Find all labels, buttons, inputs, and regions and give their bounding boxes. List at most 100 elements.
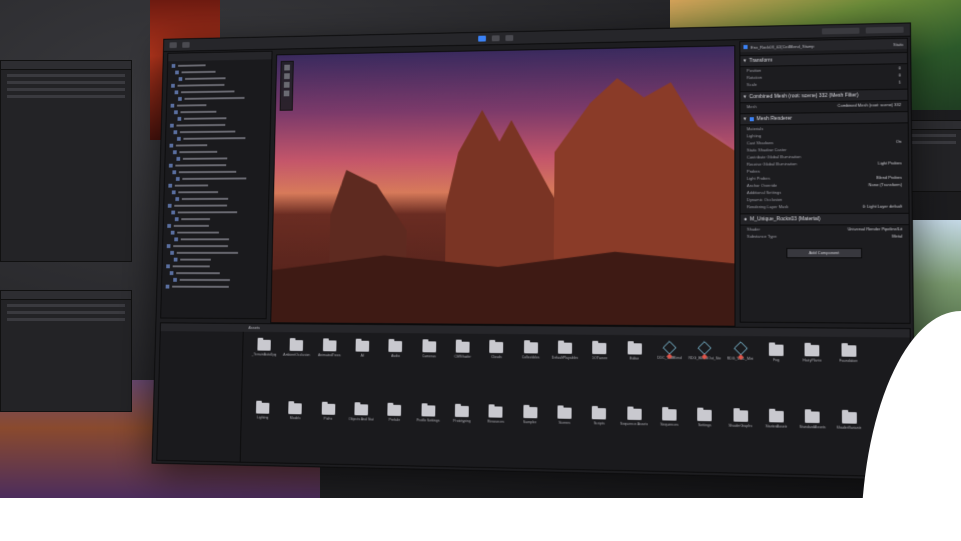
asset-item[interactable]: Cameras xyxy=(412,339,446,397)
mesh-renderer-checkbox[interactable] xyxy=(749,117,754,122)
asset-item[interactable]: Objects And Stat xyxy=(344,402,378,461)
hierarchy-row[interactable] xyxy=(167,202,265,208)
asset-item[interactable]: AI xyxy=(345,339,379,397)
asset-item[interactable]: Paths xyxy=(311,402,345,460)
asset-item[interactable]: DOTween xyxy=(582,341,617,400)
hierarchy-row[interactable] xyxy=(166,270,263,275)
hierarchy-panel[interactable] xyxy=(160,50,273,320)
asset-item[interactable]: CliffShader xyxy=(445,340,480,399)
hierarchy-row[interactable] xyxy=(170,115,266,121)
hierarchy-row[interactable] xyxy=(171,95,267,101)
asset-item[interactable]: HairyPlants xyxy=(794,343,830,404)
step-button[interactable] xyxy=(505,35,514,42)
hierarchy-row[interactable] xyxy=(171,61,268,68)
hierarchy-row[interactable] xyxy=(169,169,266,175)
asset-item[interactable]: _TerrainAutoUpg xyxy=(247,338,281,395)
asset-item[interactable]: Audio xyxy=(378,339,412,397)
hierarchy-row[interactable] xyxy=(169,148,265,154)
asset-item[interactable]: Editor xyxy=(617,341,652,401)
asset-item[interactable]: Collectibles xyxy=(513,340,548,399)
hierarchy-row[interactable] xyxy=(168,209,265,214)
project-folder-tree[interactable] xyxy=(157,331,244,462)
asset-item[interactable]: AmbientOcclusion xyxy=(279,338,313,396)
hierarchy-row[interactable] xyxy=(167,236,264,241)
hierarchy-row[interactable] xyxy=(171,68,267,75)
asset-item[interactable]: Resources xyxy=(478,404,513,463)
asset-item[interactable]: Prefabs xyxy=(377,403,411,462)
hierarchy-row[interactable] xyxy=(166,257,263,262)
substance-value[interactable]: Metal xyxy=(892,233,902,238)
hierarchy-row[interactable] xyxy=(166,263,263,268)
layers-dropdown[interactable] xyxy=(821,27,860,35)
account-icon[interactable] xyxy=(182,41,190,48)
hierarchy-row[interactable] xyxy=(170,135,266,141)
play-button[interactable] xyxy=(478,35,486,42)
scene-tool-palette[interactable] xyxy=(279,60,294,111)
hierarchy-row[interactable] xyxy=(169,155,265,161)
rotate-tool-icon[interactable] xyxy=(284,73,290,80)
add-component-button[interactable]: Add Component xyxy=(786,247,863,259)
hierarchy-row[interactable] xyxy=(165,284,263,289)
shader-dropdown[interactable]: Universal Render Pipeline/Lit xyxy=(848,226,903,231)
inspector-panel[interactable]: Env_Rock03_02(CeilBlend_Stamp Static ▾ T… xyxy=(739,37,911,324)
renderer-value[interactable]: Blend Probes xyxy=(876,175,902,180)
asset-item[interactable]: StarterAssets xyxy=(758,409,794,470)
hierarchy-row[interactable] xyxy=(167,223,264,228)
asset-item[interactable]: Settings xyxy=(687,407,723,468)
hierarchy-row[interactable] xyxy=(170,122,266,128)
pause-button[interactable] xyxy=(491,35,500,42)
transform-value[interactable]: 1 xyxy=(899,80,901,85)
layout-dropdown[interactable] xyxy=(865,26,904,34)
hierarchy-row[interactable] xyxy=(168,196,265,201)
asset-item[interactable]: Scenes xyxy=(547,405,582,465)
asset-item[interactable]: Foundation xyxy=(830,343,867,404)
static-label[interactable]: Static xyxy=(893,41,904,46)
hierarchy-row[interactable] xyxy=(168,162,265,168)
asset-item[interactable]: StandardAssets xyxy=(794,409,831,470)
asset-item[interactable]: Profile Settings xyxy=(411,403,445,462)
asset-item[interactable]: RDG_BlendOut_Ste xyxy=(687,341,723,402)
transform-value[interactable]: 0 xyxy=(898,72,900,77)
asset-item[interactable]: RDG_WBL_Mist xyxy=(722,341,758,402)
asset-item[interactable]: Prototyping xyxy=(444,404,479,463)
hierarchy-row[interactable] xyxy=(167,216,264,221)
renderer-value[interactable]: On xyxy=(896,139,902,144)
mesh-value[interactable]: Combined Mesh (root: scene) 332 xyxy=(837,102,901,108)
hierarchy-row[interactable] xyxy=(169,142,265,148)
active-checkbox[interactable] xyxy=(743,44,748,50)
renderer-value[interactable]: None (Transform) xyxy=(869,182,902,187)
renderer-value[interactable]: Light Probes xyxy=(878,160,902,165)
asset-item[interactable]: Sequence Assets xyxy=(616,406,651,466)
hierarchy-row[interactable] xyxy=(168,182,265,188)
hierarchy-row[interactable] xyxy=(168,189,265,194)
hierarchy-row[interactable] xyxy=(171,88,267,94)
asset-item[interactable]: AnimatedTrees xyxy=(312,338,346,396)
transform-value[interactable]: 0 xyxy=(898,65,900,70)
scene-view[interactable] xyxy=(270,45,736,327)
rect-tool-icon[interactable] xyxy=(283,90,290,97)
asset-item[interactable]: Sequences xyxy=(652,407,687,467)
hierarchy-row[interactable] xyxy=(167,250,264,255)
hierarchy-row[interactable] xyxy=(170,108,266,114)
asset-item[interactable]: ShaderVariants xyxy=(831,410,868,472)
hierarchy-row[interactable] xyxy=(166,277,263,282)
object-name[interactable]: Env_Rock03_02(CeilBlend_Stamp xyxy=(751,43,815,49)
asset-item[interactable]: Fog xyxy=(758,342,794,403)
material-section[interactable]: ● M_Unique_Rocks03 (Material) xyxy=(740,212,909,226)
hierarchy-row[interactable] xyxy=(167,230,264,235)
renderer-value[interactable]: 0: Light Layer default xyxy=(862,204,902,209)
asset-item[interactable]: DDC_WBBlend xyxy=(652,340,687,401)
asset-item[interactable]: DefaultPlayables xyxy=(547,340,582,399)
asset-item[interactable]: Clouds xyxy=(479,340,514,399)
hierarchy-row[interactable] xyxy=(166,243,264,248)
hierarchy-row[interactable] xyxy=(171,81,267,88)
asset-item[interactable]: ShaderGraphs xyxy=(722,408,758,469)
hierarchy-row[interactable] xyxy=(170,128,266,134)
scale-tool-icon[interactable] xyxy=(283,81,290,88)
asset-item[interactable]: Lighting xyxy=(245,401,279,459)
hierarchy-row[interactable] xyxy=(171,75,267,81)
asset-item[interactable]: Samples xyxy=(512,405,547,465)
assets-breadcrumb[interactable]: Assets xyxy=(248,325,259,330)
asset-item[interactable]: Scripts xyxy=(581,406,616,466)
asset-item[interactable]: Models xyxy=(278,401,312,459)
